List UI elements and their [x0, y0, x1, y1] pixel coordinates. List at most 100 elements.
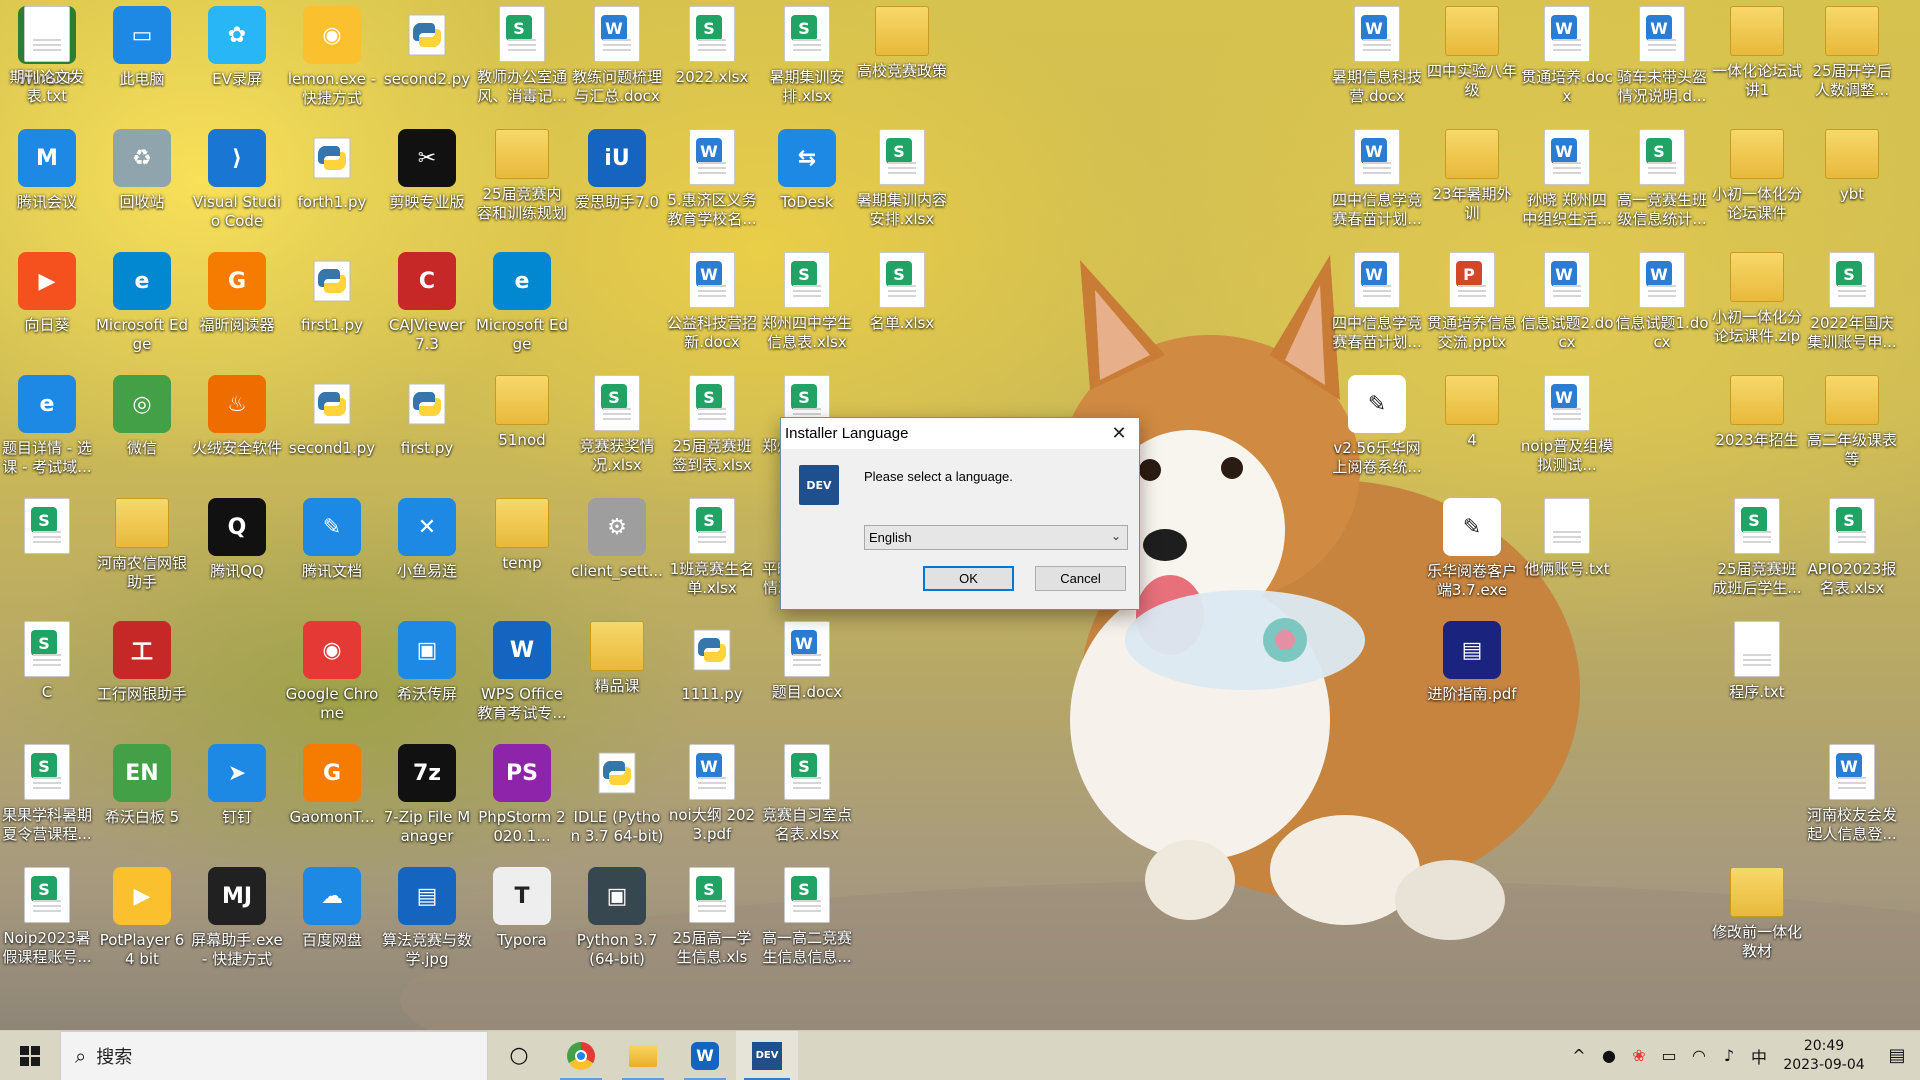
desktop-icon[interactable]: W 四中信息学竞赛春苗计划... [1330, 246, 1424, 368]
desktop-icon[interactable]: second2.py [380, 0, 474, 122]
desktop-icon[interactable]: ✂ 剪映专业版 [380, 123, 474, 245]
desktop-icon[interactable]: 一体化论坛试讲1 [1710, 0, 1804, 122]
desktop-icon[interactable]: W 骑车未带头盔情况说明.d... [1615, 0, 1709, 122]
desktop-icon[interactable]: EN 希沃白板 5 [95, 738, 189, 860]
desktop-icon[interactable]: ◎ 微信 [95, 369, 189, 491]
desktop-icon[interactable]: iU 爱思助手7.0 [570, 123, 664, 245]
desktop-icon[interactable]: ▤ 算法竞赛与数学.jpg [380, 861, 474, 983]
desktop-icon[interactable]: 23年暑期外训 [1425, 123, 1519, 245]
desktop-icon[interactable]: W 信息试题1.docx [1615, 246, 1709, 368]
desktop-icon[interactable]: S APIO2023报名表.xlsx [1805, 492, 1899, 614]
desktop-icon[interactable]: 51nod [475, 369, 569, 491]
desktop-icon[interactable]: ⚙ client_sett... [570, 492, 664, 614]
desktop-icon[interactable]: S 果果学科暑期夏令营课程... [0, 738, 94, 860]
desktop-icon[interactable]: SC [0, 615, 94, 737]
start-button[interactable] [0, 1031, 60, 1080]
taskbar-chrome[interactable] [550, 1031, 612, 1080]
desktop-icon[interactable]: S 暑期集训内容安排.xlsx [855, 123, 949, 245]
desktop-icon[interactable]: S 高一高二竞赛生信息信息... [760, 861, 854, 983]
desktop-icon[interactable]: S 25届竞赛班成班后学生... [1710, 492, 1804, 614]
desktop-icon[interactable]: C CAJViewer 7.3 [380, 246, 474, 368]
desktop-icon[interactable]: S 郑州四中学生信息表.xlsx [760, 246, 854, 368]
desktop-icon[interactable]: 程序.txt [1710, 615, 1804, 737]
taskbar-wps[interactable]: W [674, 1031, 736, 1080]
desktop-icon[interactable]: W 暑期信息科技营.docx [1330, 0, 1424, 122]
desktop-icon[interactable]: ▣ Python 3.7 (64-bit) [570, 861, 664, 983]
desktop-icon[interactable]: W 题目.docx [760, 615, 854, 737]
desktop-icon[interactable]: S 高一竞赛生班级信息统计... [1615, 123, 1709, 245]
desktop-icon[interactable]: G 福昕阅读器 [190, 246, 284, 368]
desktop-icon[interactable]: IDLE (Python 3.7 64-bit) [570, 738, 664, 860]
notification-center-icon[interactable]: ▤ [1874, 1045, 1920, 1066]
desktop-icon[interactable]: S 暑期集训安排.xlsx [760, 0, 854, 122]
ok-button[interactable]: OK [923, 566, 1014, 591]
desktop-icon[interactable]: T Typora [475, 861, 569, 983]
desktop-icon[interactable]: G GaomonT... [285, 738, 379, 860]
desktop-icon[interactable]: 他俩账号.txt [1520, 492, 1614, 614]
desktop-icon[interactable]: MJ 屏幕助手.exe - 快捷方式 [190, 861, 284, 983]
desktop-icon[interactable]: Wnoi大纲 2023.pdf [665, 738, 759, 860]
desktop-icon[interactable]: W WPS Office 教育考试专... [475, 615, 569, 737]
desktop-icon[interactable]: ◉ Google Chrome [285, 615, 379, 737]
desktop-icon[interactable]: ▤ 进阶指南.pdf [1425, 615, 1519, 737]
desktop-icon[interactable]: ✎ 乐华阅卷客户端3.7.exe [1425, 492, 1519, 614]
desktop-icon[interactable]: 修改前一体化教材 [1710, 861, 1804, 983]
desktop-icon[interactable]: W 河南校友会发起人信息登... [1805, 738, 1899, 860]
desktop-icon[interactable]: temp [475, 492, 569, 614]
desktop-icon[interactable]: W 教练问题梳理与汇总.docx [570, 0, 664, 122]
taskbar-clock[interactable]: 20:49 2023-09-04 [1774, 1037, 1874, 1075]
desktop-icon[interactable]: Q 腾讯QQ [190, 492, 284, 614]
desktop-icon[interactable]: ☁ 百度网盘 [285, 861, 379, 983]
desktop-icon[interactable]: e Microsoft Edge [475, 246, 569, 368]
desktop-icon[interactable]: ✎ v2.56乐华网上阅卷系统... [1330, 369, 1424, 491]
taskbar-file-explorer[interactable] [612, 1031, 674, 1080]
cortana-button[interactable]: ○ [488, 1031, 550, 1080]
desktop-icon[interactable]: S 1班竞赛生名单.xlsx [665, 492, 759, 614]
microphone-icon[interactable]: ● [1594, 1046, 1624, 1065]
desktop-icon[interactable]: ▶ PotPlayer 64 bit [95, 861, 189, 983]
desktop-icon[interactable]: 高校竞赛政策 [855, 0, 949, 122]
desktop-icon[interactable]: 25届竞赛内容和训练规划 [475, 123, 569, 245]
desktop-icon[interactable]: ♻ 回收站 [95, 123, 189, 245]
desktop-icon[interactable]: ⇆ ToDesk [760, 123, 854, 245]
desktop-icon[interactable]: ▭ 此电脑 [95, 0, 189, 122]
desktop-icon[interactable]: W 四中信息学竞赛春苗计划... [1330, 123, 1424, 245]
desktop-icon[interactable]: S 2022.xlsx [665, 0, 759, 122]
tray-app-icon[interactable]: ❀ [1624, 1046, 1654, 1065]
desktop-icon[interactable]: ybt [1805, 123, 1899, 245]
volume-icon[interactable]: ♪ [1714, 1046, 1744, 1065]
desktop-icon[interactable]: S 竞赛获奖情况.xlsx [570, 369, 664, 491]
desktop-icon[interactable]: S 名单.xlsx [855, 246, 949, 368]
desktop-icon[interactable]: S 25届高一学生信息.xls [665, 861, 759, 983]
desktop-icon[interactable]: S 2022年国庆集训账号申... [1805, 246, 1899, 368]
desktop-icon[interactable]: Wnoip普及组模拟测试... [1520, 369, 1614, 491]
desktop-icon[interactable]: S 竞赛自习室点名表.xlsx [760, 738, 854, 860]
desktop-icon[interactable]: forth1.py [285, 123, 379, 245]
desktop-icon[interactable]: ✎ 腾讯文档 [285, 492, 379, 614]
desktop-icon[interactable]: S 25届竞赛班签到表.xlsx [665, 369, 759, 491]
desktop-icon[interactable]: 2023年招生 [1710, 369, 1804, 491]
taskbar-search-box[interactable]: ⌕ 搜索 [60, 1030, 488, 1080]
close-icon[interactable]: ✕ [1099, 418, 1139, 449]
desktop-icon[interactable]: W 5.惠济区义务教育学校名... [665, 123, 759, 245]
desktop-icon[interactable]: ▶ 向日葵 [0, 246, 94, 368]
desktop-icon[interactable]: W 贯通培养.docx [1520, 0, 1614, 122]
input-method-icon[interactable]: 中 [1744, 1044, 1774, 1068]
desktop-icon[interactable]: e 题目详情 - 选课 - 考试域... [0, 369, 94, 491]
desktop-icon[interactable]: ▣ 希沃传屏 [380, 615, 474, 737]
desktop-icon[interactable]: 工工行网银助手 [95, 615, 189, 737]
desktop-icon[interactable]: second1.py [285, 369, 379, 491]
desktop-icon[interactable]: 河南农信网银助手 [95, 492, 189, 614]
desktop-icon[interactable]: S 教师办公室通风、消毒记... [475, 0, 569, 122]
desktop-icon[interactable]: first.py [380, 369, 474, 491]
desktop-icon[interactable]: W 公益科技营招新.docx [665, 246, 759, 368]
desktop-icon[interactable]: 25届开学后人数调整... [1805, 0, 1899, 122]
desktop-icon[interactable]: M 腾讯会议 [0, 123, 94, 245]
desktop-icon[interactable]: P 贯通培养信息交流.pptx [1425, 246, 1519, 368]
language-select[interactable]: English ⌄ [864, 525, 1128, 550]
taskbar-devcpp[interactable]: DEV [736, 1030, 798, 1080]
desktop-icon[interactable]: 小初一体化分论坛课件 [1710, 123, 1804, 245]
desktop-icon[interactable]: W 孙晓 郑州四中组织生活... [1520, 123, 1614, 245]
desktop-icon[interactable]: S Noip2023暑假课程账号... [0, 861, 94, 983]
desktop-icon[interactable]: ⟩ Visual Studio Code [190, 123, 284, 245]
